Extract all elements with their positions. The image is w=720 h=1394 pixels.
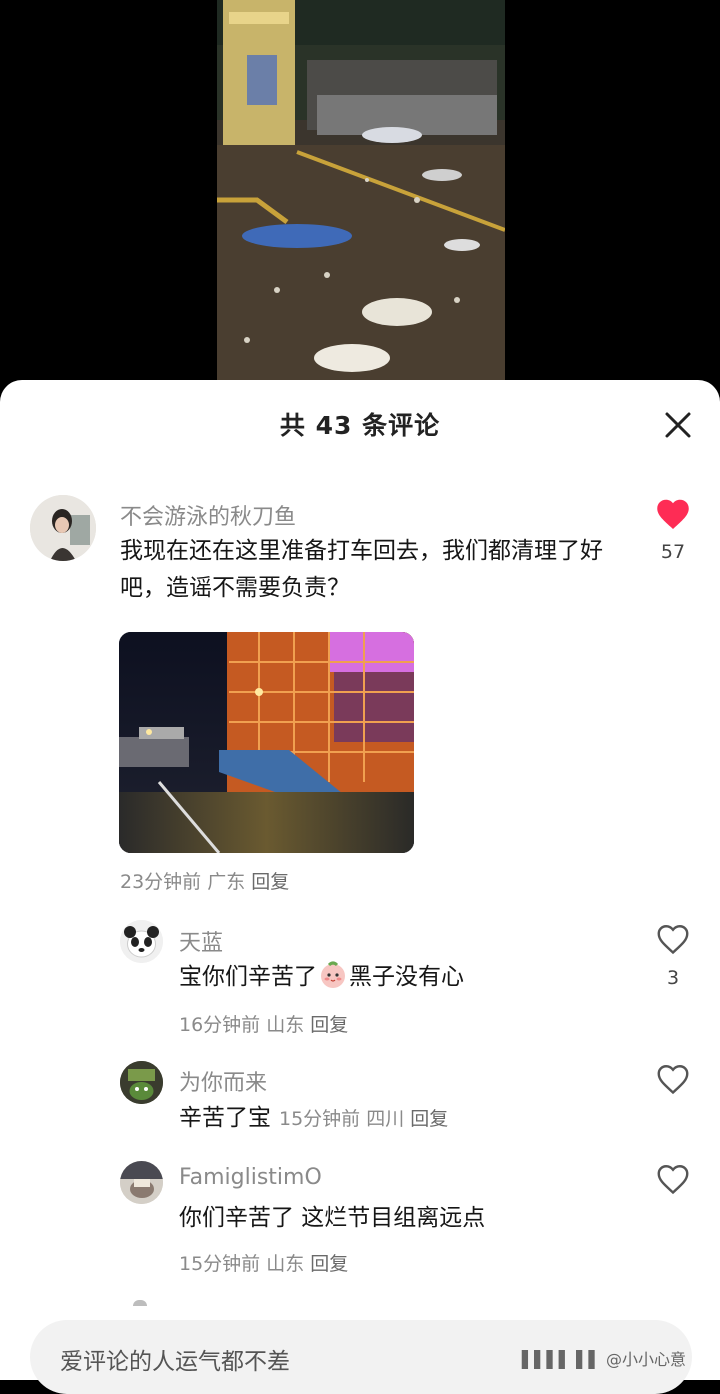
peach-face-emoji-icon — [319, 961, 347, 989]
comments-sheet: 共 43 条评论 不会游泳的秋刀鱼 我现在还在这里准备打车回去，我们都清理了好吧… — [0, 380, 720, 1394]
heart-outline-icon[interactable] — [655, 922, 691, 956]
reply-text: 辛苦了宝 — [179, 1105, 271, 1131]
comment-input[interactable]: 爱评论的人运气都不差 — [60, 1342, 290, 1376]
close-icon[interactable] — [660, 407, 696, 443]
reply-text: 宝你们辛苦了 黑子没有心 — [179, 959, 639, 996]
reply-time: 15分钟前 — [279, 1108, 361, 1130]
sheet-header: 共 43 条评论 — [0, 380, 720, 466]
avatar[interactable] — [120, 1061, 163, 1104]
reply-button[interactable]: 回复 — [310, 1014, 348, 1036]
reply-time: 15分钟前 — [179, 1253, 261, 1275]
close-button[interactable] — [660, 407, 696, 443]
comment-location: 广东 — [207, 871, 246, 893]
comment-image[interactable] — [119, 632, 414, 853]
video-background[interactable] — [0, 0, 720, 400]
comment-input-bar[interactable]: 爱评论的人运气都不差 ▌▌▌▌ ▌▌ @小小心意 — [30, 1320, 692, 1394]
like-button[interactable] — [655, 1162, 695, 1198]
comments-count-title: 共 43 条评论 — [279, 411, 441, 440]
reply-button[interactable]: 回复 — [410, 1108, 448, 1130]
reply-location: 山东 — [266, 1014, 305, 1036]
reply-text-part: 黑子没有心 — [349, 964, 464, 990]
next-comment-avatar — [133, 1300, 147, 1306]
reply-button[interactable]: 回复 — [251, 871, 289, 893]
watermark: ▌▌▌▌ ▌▌ @小小心意 — [522, 1350, 687, 1369]
reply-text-part: 宝你们辛苦了 — [179, 964, 317, 990]
reply-username[interactable]: 为你而来 — [179, 1065, 267, 1097]
avatar[interactable] — [120, 920, 163, 963]
comment-time: 23分钟前 — [120, 871, 202, 893]
video-frame[interactable] — [217, 0, 505, 380]
heart-icon[interactable] — [655, 497, 691, 531]
like-button[interactable] — [655, 1062, 695, 1098]
like-count: 57 — [660, 541, 686, 563]
like-button[interactable] — [655, 922, 695, 958]
reply-meta: 15分钟前 山东 回复 — [179, 1249, 354, 1276]
reply-meta: 16分钟前 山东 回复 — [179, 1010, 354, 1037]
reply-text: 你们辛苦了 这烂节目组离远点 — [179, 1205, 486, 1231]
reply-meta: 15分钟前 四川 回复 — [279, 1108, 448, 1130]
heart-outline-icon[interactable] — [655, 1062, 691, 1096]
reply-button[interactable]: 回复 — [310, 1253, 348, 1275]
like-button[interactable] — [655, 497, 695, 533]
comment-text: 我现在还在这里准备打车回去，我们都清理了好吧，造谣不需要负责？ — [120, 538, 603, 601]
reply-location: 山东 — [266, 1253, 305, 1275]
reply-username[interactable]: FamiglistimO — [179, 1165, 322, 1190]
heart-outline-icon[interactable] — [655, 1162, 691, 1196]
reply-time: 16分钟前 — [179, 1014, 261, 1036]
comment-meta: 23分钟前 广东 回复 — [120, 867, 295, 894]
avatar[interactable] — [120, 1161, 163, 1204]
comment-username[interactable]: 不会游泳的秋刀鱼 — [120, 499, 296, 531]
like-count: 3 — [666, 967, 680, 989]
avatar[interactable] — [30, 495, 96, 561]
reply-text-with-meta: 辛苦了宝 15分钟前 四川 回复 — [179, 1100, 639, 1138]
reply-username[interactable]: 天蓝 — [179, 925, 223, 957]
reply-location: 四川 — [366, 1108, 405, 1130]
